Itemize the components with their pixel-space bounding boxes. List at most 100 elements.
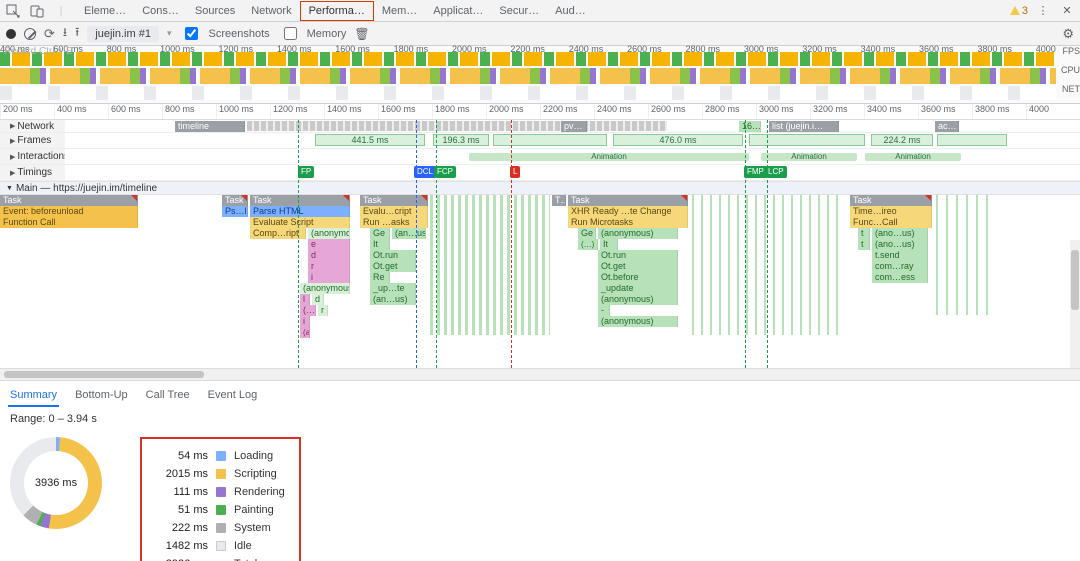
flame-anon-short2[interactable]: (…) [578, 239, 598, 250]
net-item[interactable]: ac… [935, 121, 959, 132]
devtools-tab-network[interactable]: Network [243, 2, 299, 20]
settings-icon[interactable]: ⚙ [1062, 26, 1074, 42]
load-profile-icon[interactable]: ⭳ [63, 23, 67, 44]
flame-update[interactable]: _update [598, 283, 678, 294]
track-interactions[interactable]: ▶Interactions AnimationAnimationAnimatio… [0, 149, 1080, 165]
inspect-icon[interactable] [4, 2, 22, 20]
flame-anon4[interactable]: (anonymous) [598, 316, 678, 327]
memory-checkbox[interactable] [284, 27, 297, 40]
scrollbar-thumb[interactable] [1071, 250, 1079, 310]
flame-evaluate-script[interactable]: Evaluate Script [250, 217, 350, 228]
flame-time[interactable]: Time…ireo [850, 206, 932, 217]
flame-otget2[interactable]: Ot.get [598, 261, 678, 272]
details-tab-bottom-up[interactable]: Bottom-Up [73, 385, 130, 407]
flame-r2[interactable]: r [318, 305, 328, 316]
flame-comray[interactable]: com…ray [872, 261, 928, 272]
net-item[interactable]: list (juejin.i… [769, 121, 839, 132]
flame-anon2[interactable]: (anonymous) [598, 228, 678, 239]
kebab-menu-icon[interactable]: ⋮ [1034, 2, 1052, 20]
flame-a-short[interactable]: (a…) [300, 327, 310, 338]
track-network[interactable]: ▶Network timeline pv… 16… list (juejin.i… [0, 120, 1080, 133]
details-tab-summary[interactable]: Summary [8, 385, 59, 407]
devtools-tab-eleme[interactable]: Eleme… [76, 2, 134, 20]
devtools-tab-applicat[interactable]: Applicat… [425, 2, 491, 20]
flame-anon3[interactable]: (anonymous) [598, 294, 678, 305]
frame-bar[interactable]: 441.5 ms [315, 134, 425, 146]
overview-strip[interactable]: 400 ms600 ms800 ms1000 ms1200 ms1400 ms1… [0, 46, 1080, 104]
flame-d2[interactable]: d [312, 294, 324, 305]
flame-anous[interactable]: (ano…us) [872, 228, 928, 239]
flame-event[interactable]: Event: beforeunload [0, 206, 138, 217]
flame-task[interactable]: Task [568, 195, 688, 206]
flame-anous2[interactable]: (ano…us) [872, 239, 928, 250]
flame-ge2[interactable]: Ge [578, 228, 596, 239]
track-label-network[interactable]: ▶Network [0, 120, 65, 132]
flame-otrun[interactable]: Ot.run [370, 250, 416, 261]
timing-marker-fmp[interactable]: FMP [744, 166, 767, 178]
flame-e[interactable]: e [308, 239, 350, 250]
flame-xhr[interactable]: XHR Ready …te Change [568, 206, 688, 217]
reload-record-icon[interactable]: ⟳ [44, 26, 55, 42]
main-flamechart[interactable]: Task Event: beforeunload Function Call T… [0, 195, 1080, 368]
flame-task[interactable]: Task [250, 195, 350, 206]
devtools-tab-secur[interactable]: Secur… [491, 2, 547, 20]
track-timings[interactable]: ▶Timings FPDCLFCPLFMPLCP [0, 165, 1080, 181]
warnings-badge[interactable]: 3 [1010, 5, 1028, 17]
trash-icon[interactable]: 🗑 [354, 27, 369, 41]
flame-t2[interactable]: t [858, 239, 870, 250]
clear-button[interactable] [24, 28, 36, 40]
devtools-tab-cons[interactable]: Cons… [134, 2, 187, 20]
flame-run-asks[interactable]: Run …asks [360, 217, 428, 228]
flame-evalu[interactable]: Evalu…cript [360, 206, 428, 217]
flame-otrun2[interactable]: Ot.run [598, 250, 678, 261]
track-label-timings[interactable]: ▶Timings [0, 165, 65, 180]
flame-l[interactable]: l [300, 294, 310, 305]
flame-r[interactable]: r [308, 261, 350, 272]
profile-dropdown-icon[interactable]: ▾ [167, 28, 172, 39]
flame-task[interactable]: Task [360, 195, 428, 206]
save-profile-icon[interactable]: ⭱ [75, 23, 79, 44]
flame-anon[interactable]: (anonymous) [308, 228, 350, 239]
flame-d[interactable]: d [308, 250, 350, 261]
scrollbar-thumb[interactable] [4, 371, 204, 378]
track-label-frames[interactable]: ▶Frames [0, 133, 65, 148]
flame-otbefore[interactable]: Ot.before [598, 272, 678, 283]
screenshots-checkbox[interactable] [185, 27, 198, 40]
frame-bar[interactable] [937, 134, 1007, 146]
interaction-segment[interactable]: Animation [865, 153, 961, 161]
flame-anon-short[interactable]: (…) [300, 305, 316, 316]
flame-otget[interactable]: Ot.get [370, 261, 416, 272]
track-frames[interactable]: ▶Frames 441.5 ms196.3 ms476.0 ms224.2 ms [0, 133, 1080, 149]
frame-bar[interactable]: 196.3 ms [433, 134, 489, 146]
devtools-tab-performa[interactable]: Performa… [300, 1, 374, 21]
time-ruler[interactable]: 200 ms400 ms600 ms800 ms1000 ms1200 ms14… [0, 104, 1080, 120]
flame-tsend[interactable]: t.send [872, 250, 928, 261]
flame-i[interactable]: i [308, 272, 350, 283]
net-item[interactable]: 16… [739, 121, 761, 132]
devtools-tab-mem[interactable]: Mem… [374, 2, 425, 20]
profile-selector[interactable]: juejin.im #1 [87, 26, 159, 42]
flame-anus2[interactable]: (an…us) [370, 294, 416, 305]
flame-it[interactable]: It [370, 239, 390, 250]
flame-t[interactable]: t [858, 228, 870, 239]
flame-anus[interactable]: (an…us) [392, 228, 426, 239]
flame-run-micro[interactable]: Run Microtasks [568, 217, 688, 228]
frame-bar[interactable]: 224.2 ms [871, 134, 933, 146]
flame-task[interactable]: Task [0, 195, 138, 206]
flame-func[interactable]: Func…Call [850, 217, 932, 228]
flame-task[interactable]: Task [850, 195, 932, 206]
horizontal-scrollbar[interactable] [0, 368, 1080, 380]
track-label-interactions[interactable]: ▶Interactions [0, 149, 65, 164]
flame-task-short[interactable]: T… [552, 195, 566, 206]
interaction-segment[interactable]: Animation [761, 153, 857, 161]
flamechart-area[interactable]: ▶Network timeline pv… 16… list (juejin.i… [0, 120, 1080, 368]
device-toggle-icon[interactable] [28, 2, 46, 20]
flame-ge[interactable]: Ge [370, 228, 390, 239]
flame-dash[interactable]: - [598, 305, 610, 316]
flame-i2[interactable]: i [300, 316, 310, 327]
net-item[interactable]: timeline [175, 121, 245, 132]
flame-it2[interactable]: It [600, 239, 618, 250]
timing-marker-fcp[interactable]: FCP [434, 166, 456, 178]
timing-marker-dcl[interactable]: DCL [414, 166, 436, 178]
flame-upte[interactable]: _up…te [370, 283, 416, 294]
